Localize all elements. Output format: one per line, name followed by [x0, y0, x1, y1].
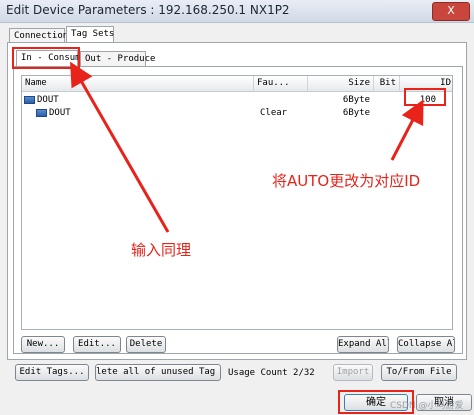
annotation-auto-to-id: 将AUTO更改为对应ID: [272, 172, 421, 190]
arrow-to-in-consume: [70, 61, 170, 233]
arrow-to-id-cell: [390, 99, 424, 161]
annotation-same-for-input: 输入同理: [131, 241, 192, 259]
annotation-arrows: [70, 61, 424, 233]
